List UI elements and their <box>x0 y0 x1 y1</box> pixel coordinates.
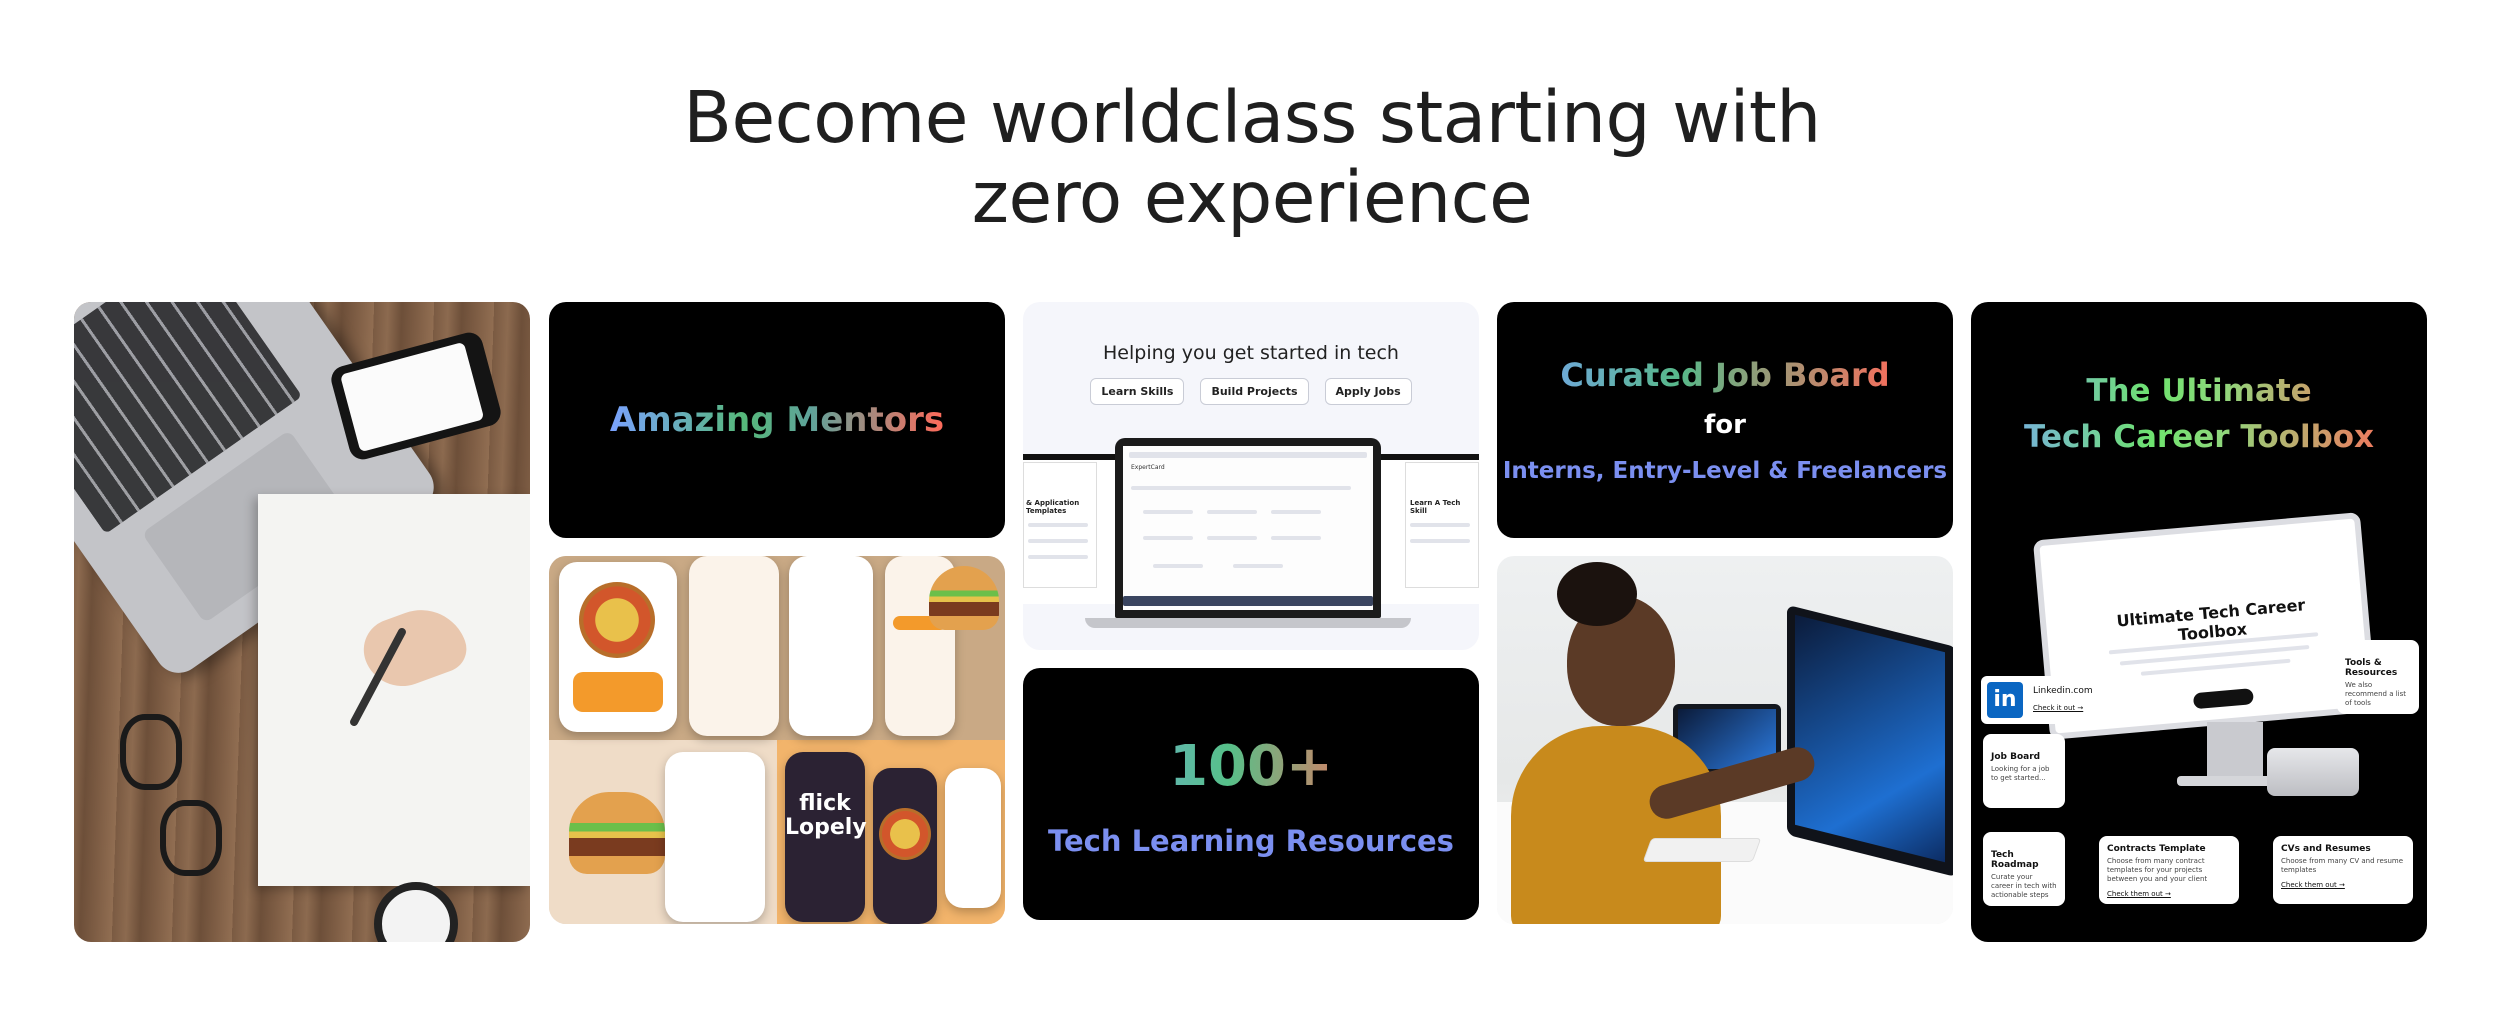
food-brand-text: flick Lopely <box>785 791 867 840</box>
apply-jobs-button[interactable]: Apply Jobs <box>1324 378 1412 405</box>
cvs-resumes-card-link[interactable]: Check them out → <box>2281 881 2405 889</box>
left-preview-screen: & Application Templates <box>1023 462 1097 588</box>
tech-roadmap-card[interactable]: Tech Roadmap Curate your career in tech … <box>1983 832 2065 906</box>
linkedin-icon: in <box>1987 682 2023 718</box>
food-cart-mockup <box>945 768 1001 908</box>
job-board-card[interactable]: Job Board Looking for a job to get start… <box>1983 734 2065 808</box>
resources-count: 100+ <box>1023 734 1479 799</box>
toolbox-title-line-2: Tech Career Toolbox <box>2023 419 2375 455</box>
mac-mini-image <box>2267 748 2359 796</box>
right-preview-heading: Learn A Tech Skill <box>1410 499 1461 515</box>
right-preview-screen: Learn A Tech Skill <box>1405 462 1479 588</box>
laptop-mockup-screen: ExpertCard <box>1123 446 1373 610</box>
desk-photo-tile <box>74 302 530 942</box>
food-menu-mockup <box>689 556 779 736</box>
tech-start-title: Helping you get started in tech <box>1103 342 1399 364</box>
job-board-card-text: Looking for a job to get started... <box>1991 765 2050 782</box>
headline-line-1: Become worldclass starting with <box>683 76 1821 159</box>
learn-skills-button[interactable]: Learn Skills <box>1090 378 1185 405</box>
burger-image <box>929 566 999 630</box>
analyst-photo-tile <box>1497 556 1953 924</box>
toolbox-tile[interactable]: The Ultimate Tech Career Toolbox Ultimat… <box>1971 302 2427 942</box>
person-body <box>1511 726 1721 924</box>
job-board-for: for <box>1704 410 1746 440</box>
cvs-resumes-card-title: CVs and Resumes <box>2281 844 2371 854</box>
contracts-template-card-text: Choose from many contract templates for … <box>2107 857 2208 883</box>
linkedin-label: Linkedin.com <box>2033 686 2093 696</box>
linkedin-card[interactable]: in Linkedin.com Check it out → <box>1981 676 2151 724</box>
food-app-collage-tile: flick Lopely <box>549 556 1005 924</box>
contracts-template-card-link[interactable]: Check them out → <box>2107 890 2231 898</box>
job-board-subtitle: Interns, Entry-Level & Freelancers <box>1502 458 1948 484</box>
linkedin-link[interactable]: Check it out → <box>2033 704 2083 712</box>
laptop-mockup: ExpertCard <box>1115 438 1381 618</box>
food-phone-mockup <box>559 562 677 732</box>
tools-resources-card[interactable]: Tools & Resources We also recommend a li… <box>2337 640 2419 714</box>
section-headline: Become worldclass starting with zero exp… <box>0 78 2504 238</box>
cvs-resumes-card[interactable]: CVs and Resumes Choose from many CV and … <box>2273 836 2413 904</box>
headline-line-2: zero experience <box>971 156 1533 239</box>
build-projects-button[interactable]: Build Projects <box>1200 378 1309 405</box>
resources-tile[interactable]: 100+ Tech Learning Resources <box>1023 668 1479 920</box>
mentors-title: Amazing Mentors <box>609 400 945 440</box>
tech-start-buttons: Learn Skills Build Projects Apply Jobs <box>1023 378 1479 405</box>
contracts-template-card[interactable]: Contracts Template Choose from many cont… <box>2099 836 2239 904</box>
tech-roadmap-card-text: Curate your career in tech with actionab… <box>1991 873 2057 899</box>
job-board-card-title: Job Board <box>1991 752 2041 762</box>
large-monitor-image <box>1787 604 1953 878</box>
toolbox-title-line-1: The Ultimate <box>2086 373 2312 409</box>
left-preview-heading: & Application Templates <box>1026 499 1080 515</box>
monitor-stand <box>2207 722 2263 778</box>
toolbox-title: The Ultimate Tech Career Toolbox <box>1971 368 2427 460</box>
cvs-resumes-card-text: Choose from many CV and resume templates <box>2281 857 2404 874</box>
paper-image <box>258 494 530 886</box>
laptop-mockup-base <box>1085 618 1411 628</box>
glasses-image <box>120 714 250 884</box>
job-board-title: Curated Job Board <box>1497 356 1953 394</box>
mentors-tile[interactable]: Amazing Mentors <box>549 302 1005 538</box>
tools-resources-card-text: We also recommend a list of tools <box>2345 681 2407 707</box>
food-order-mockup <box>665 752 765 922</box>
laptop-app-name: ExpertCard <box>1131 464 1165 471</box>
burger-image <box>569 792 665 874</box>
keyboard-image <box>1642 838 1762 862</box>
tech-start-tile[interactable]: Helping you get started in tech Learn Sk… <box>1023 302 1479 650</box>
tech-roadmap-card-title: Tech Roadmap <box>1991 850 2039 870</box>
job-board-tile[interactable]: Curated Job Board for Interns, Entry-Lev… <box>1497 302 1953 538</box>
watch-image <box>374 882 458 942</box>
resources-label: Tech Learning Resources <box>1048 824 1454 858</box>
tools-resources-card-title: Tools & Resources <box>2345 658 2398 678</box>
food-pizza-mockup <box>873 768 937 924</box>
food-brand-mockup: flick Lopely <box>785 752 867 922</box>
contracts-template-card-title: Contracts Template <box>2107 844 2206 854</box>
person-hair <box>1557 562 1637 626</box>
phone-image <box>328 329 504 463</box>
food-list-mockup <box>789 556 873 736</box>
